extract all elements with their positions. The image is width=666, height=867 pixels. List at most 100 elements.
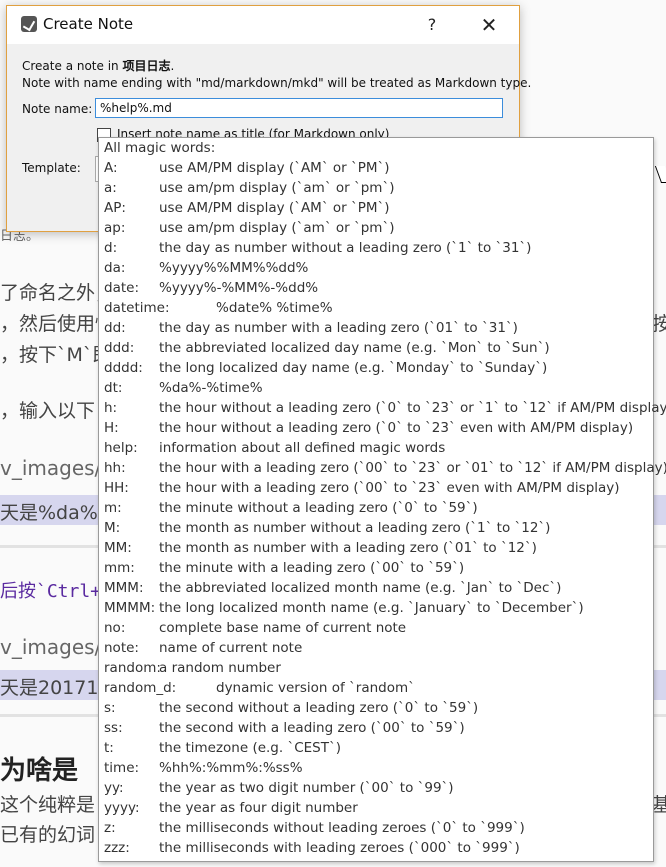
magic-word-description: the milliseconds with leading zeroes (`0… — [159, 840, 520, 856]
close-icon: ✕ — [480, 13, 498, 37]
magic-word-row: yyyy: the year as four digit number — [104, 800, 649, 820]
magic-word-row: dddd: the long localized day name (e.g. `… — [104, 360, 649, 380]
magic-word-key: z: — [104, 820, 116, 836]
magic-word-key: dd: — [104, 320, 126, 336]
magic-word-row: MMMM: the long localized month name (e.g.… — [104, 600, 649, 620]
magic-word-description: %yyyy%%MM%%dd% — [159, 260, 309, 276]
bg-text: 这个纯粹是 — [0, 794, 96, 816]
magic-word-description: the milliseconds without leading zeroes … — [159, 820, 525, 836]
magic-word-key: HH: — [104, 480, 129, 496]
bg-text: 了命名之外， — [0, 282, 115, 304]
magic-word-row: h: the hour without a leading zero (`0` t… — [104, 400, 666, 420]
magic-word-description: the year as two digit number (`00` to `9… — [159, 780, 454, 796]
magic-word-description: use AM/PM display (`AM` or `PM`) — [159, 160, 390, 176]
magic-word-description: the month as number without a leading ze… — [159, 520, 551, 536]
magic-word-row: datetime: %date% %time% — [104, 300, 649, 320]
magic-word-row: m: the minute without a leading zero (`0`… — [104, 500, 649, 520]
magic-word-description: the day as number without a leading zero… — [159, 240, 532, 256]
magic-word-row: ap: use am/pm display (`am` or `pm`) — [104, 220, 649, 240]
magic-word-row: hh: the hour with a leading zero (`00` to… — [104, 460, 666, 480]
magic-word-description: dynamic version of `random` — [216, 680, 415, 696]
dialog-titlebar[interactable]: Create Note ? ✕ — [7, 6, 519, 44]
magic-word-row: M: the month as number without a leading … — [104, 520, 649, 540]
magic-word-description: the year as four digit number — [159, 800, 358, 816]
note-name-label: Note name: — [22, 102, 93, 116]
bg-text: 按 — [652, 313, 666, 335]
magic-word-key: random_d: — [104, 680, 177, 696]
magic-word-description: the long localized month name (e.g. `Jan… — [159, 600, 584, 616]
bg-text: 后按`Ctrl+E — [0, 581, 112, 602]
magic-word-row: da: %yyyy%%MM%%dd% — [104, 260, 649, 280]
note-name-input[interactable]: %help%.md — [95, 98, 503, 118]
bg-text: ，然后使用快 — [0, 313, 115, 335]
magic-word-key: date: — [104, 280, 139, 296]
app-logo-icon — [21, 16, 37, 32]
magic-word-row: dd: the day as number with a leading zero… — [104, 320, 649, 340]
magic-word-key: zzz: — [104, 840, 130, 856]
magic-word-key: h: — [104, 400, 118, 416]
magic-word-description: %da%-%time% — [159, 380, 263, 396]
magic-word-key: da: — [104, 260, 126, 276]
magic-word-row: H: the hour without a leading zero (`0` t… — [104, 420, 649, 440]
magic-word-description: %hh%:%mm%:%ss% — [159, 760, 303, 776]
magic-words-tooltip: All magic words: A: use AM/PM display (`A… — [98, 137, 666, 862]
close-button[interactable]: ✕ — [475, 13, 503, 37]
magic-word-key: A: — [104, 160, 118, 176]
bg-text: 基 — [652, 794, 666, 816]
magic-word-key: M: — [104, 520, 121, 536]
magic-word-row: AP: use AM/PM display (`AM` or `PM`) — [104, 200, 649, 220]
magic-word-description: %yyyy%-%MM%-%dd% — [159, 280, 319, 296]
bg-text: v_images/ — [0, 456, 102, 480]
magic-word-row: mm: the minute with a leading zero (`00` … — [104, 560, 649, 580]
magic-word-key: help: — [104, 440, 138, 456]
help-button[interactable]: ? — [420, 13, 444, 37]
magic-word-row: no: complete base name of current note — [104, 620, 649, 640]
magic-word-key: dt: — [104, 380, 123, 396]
magic-word-key: d: — [104, 240, 118, 256]
info-suffix: . — [170, 59, 175, 73]
magic-word-key: mm: — [104, 560, 135, 576]
magic-word-key: yy: — [104, 780, 124, 796]
magic-word-description: the hour without a leading zero (`0` to … — [159, 400, 666, 416]
magic-word-row: t: the timezone (e.g. `CEST`) — [104, 740, 649, 760]
bg-text: 天是201712 — [0, 677, 111, 699]
magic-word-description: information about all defined magic word… — [159, 440, 446, 456]
magic-word-key: MMMM: — [104, 600, 156, 616]
tooltip-header: All magic words: — [104, 140, 216, 156]
magic-word-key: m: — [104, 500, 122, 516]
template-label: Template: — [22, 161, 81, 175]
magic-word-row: d: the day as number without a leading ze… — [104, 240, 649, 260]
magic-word-key: datetime: — [104, 300, 170, 316]
magic-word-description: complete base name of current note — [159, 620, 407, 636]
magic-word-description: the hour with a leading zero (`00` to `2… — [159, 480, 620, 496]
magic-word-row: ss: the second with a leading zero (`00` … — [104, 720, 649, 740]
info-line: Create a note in 项目日志. — [22, 57, 174, 74]
magic-word-row: help: information about all defined magic… — [104, 440, 649, 460]
magic-word-description: the hour without a leading zero (`0` to … — [159, 420, 634, 436]
magic-word-row: A: use AM/PM display (`AM` or `PM`) — [104, 160, 649, 180]
magic-word-description: use am/pm display (`am` or `pm`) — [159, 220, 395, 236]
magic-word-row: ddd: the abbreviated localized day name (… — [104, 340, 649, 360]
magic-word-description: name of current note — [159, 640, 303, 656]
magic-word-key: time: — [104, 760, 140, 776]
magic-word-row: s: the second without a leading zero (`0`… — [104, 700, 649, 720]
magic-word-row: MM: the month as number with a leading ze… — [104, 540, 649, 560]
magic-word-description: the second without a leading zero (`0` t… — [159, 700, 479, 716]
magic-word-description: the minute with a leading zero (`00` to … — [159, 560, 465, 576]
magic-word-row: MMM: the abbreviated localized month name… — [104, 580, 649, 600]
magic-word-description: the hour with a leading zero (`00` to `2… — [159, 460, 666, 476]
magic-word-key: ddd: — [104, 340, 135, 356]
magic-word-key: MMM: — [104, 580, 144, 596]
magic-word-key: yyyy: — [104, 800, 140, 816]
magic-word-row: dt: %da%-%time% — [104, 380, 649, 400]
bg-text: 已有的幻词自 — [0, 824, 115, 846]
magic-word-key: no: — [104, 620, 126, 636]
bg-text: 天是%da% — [0, 502, 98, 524]
magic-word-key: random: — [104, 660, 161, 676]
magic-word-key: a: — [104, 180, 117, 196]
magic-word-description: the abbreviated localized day name (e.g.… — [159, 340, 550, 356]
magic-word-description: the month as number with a leading zero … — [159, 540, 537, 556]
magic-word-row: zzz: the milliseconds with leading zeroes… — [104, 840, 649, 860]
folder-name: 项目日志 — [122, 59, 171, 73]
bg-text: ，输入以下 — [0, 400, 96, 422]
